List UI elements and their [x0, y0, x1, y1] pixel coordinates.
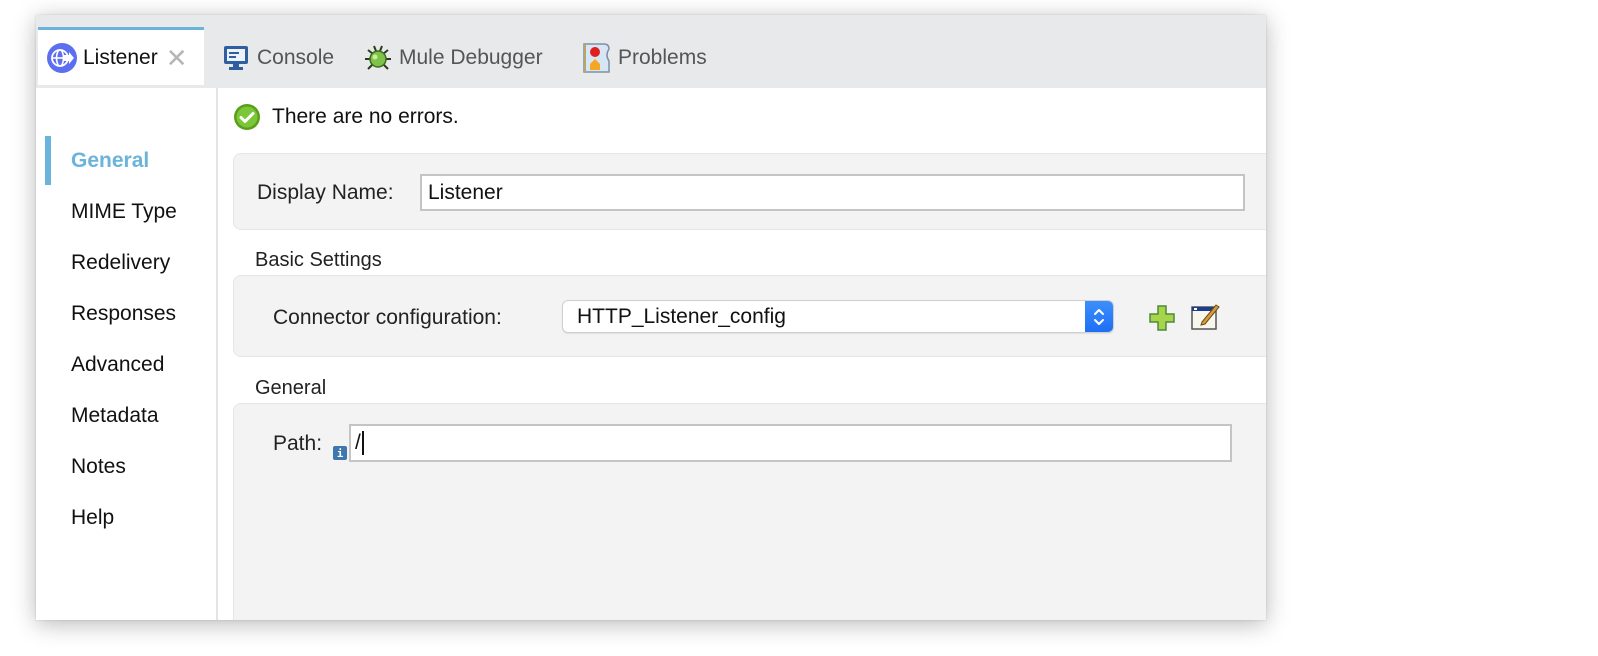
tab-label: Console — [257, 45, 335, 69]
connector-configuration-value: HTTP_Listener_config — [577, 304, 786, 328]
sidebar-item-advanced[interactable]: Advanced — [71, 353, 164, 377]
status-text: There are no errors. — [272, 105, 459, 128]
display-name-value: Listener — [428, 180, 503, 204]
close-tab-icon[interactable]: ✕ — [166, 45, 188, 71]
tab-problems[interactable]: Problems — [581, 27, 707, 88]
connector-configuration-select[interactable]: HTTP_Listener_config — [562, 300, 1114, 333]
validation-status: There are no errors. — [233, 103, 459, 131]
listener-globe-icon — [46, 42, 78, 74]
listener-properties-window: Listener ✕ Console Mule Debugger Problem… — [36, 15, 1266, 620]
sidebar-item-general[interactable]: General — [71, 149, 149, 173]
chevron-up-down-icon[interactable] — [1085, 301, 1113, 332]
debugger-bug-icon — [362, 42, 394, 74]
tab-listener[interactable]: Listener ✕ — [38, 27, 204, 85]
edit-config-icon[interactable] — [1190, 301, 1222, 333]
add-plus-icon[interactable] — [1146, 302, 1178, 334]
sidebar-item-responses[interactable]: Responses — [71, 302, 176, 326]
console-monitor-icon — [220, 42, 252, 74]
tab-mule-debugger[interactable]: Mule Debugger — [362, 27, 543, 88]
path-input[interactable]: / — [349, 424, 1232, 462]
display-name-label: Display Name: — [257, 181, 394, 204]
sidebar-item-notes[interactable]: Notes — [71, 455, 126, 479]
text-cursor — [361, 431, 364, 455]
problems-icon — [581, 42, 613, 74]
path-value: / — [355, 431, 361, 454]
connector-configuration-label: Connector configuration: — [273, 306, 502, 329]
tab-label: Mule Debugger — [399, 45, 543, 69]
check-circle-icon — [234, 104, 260, 130]
tab-label: Listener — [83, 45, 158, 69]
path-label: Path: — [273, 432, 323, 455]
sidebar-item-help[interactable]: Help — [71, 506, 114, 530]
sidebar-item-mime-type[interactable]: MIME Type — [71, 200, 177, 224]
sidebar-item-redelivery[interactable]: Redelivery — [71, 251, 170, 275]
sidebar-item-metadata[interactable]: Metadata — [71, 404, 159, 428]
tab-console[interactable]: Console — [220, 27, 334, 88]
basic-settings-heading: Basic Settings — [255, 249, 382, 271]
view-tab-bar: Listener ✕ Console Mule Debugger Problem… — [36, 15, 1266, 88]
display-name-input[interactable]: Listener — [420, 174, 1245, 211]
active-item-indicator — [45, 136, 51, 185]
general-heading: General — [255, 377, 327, 399]
tab-label: Problems — [618, 45, 707, 69]
info-icon[interactable]: i — [333, 446, 347, 460]
properties-sidebar: General MIME Type Redelivery Responses A… — [36, 88, 218, 620]
